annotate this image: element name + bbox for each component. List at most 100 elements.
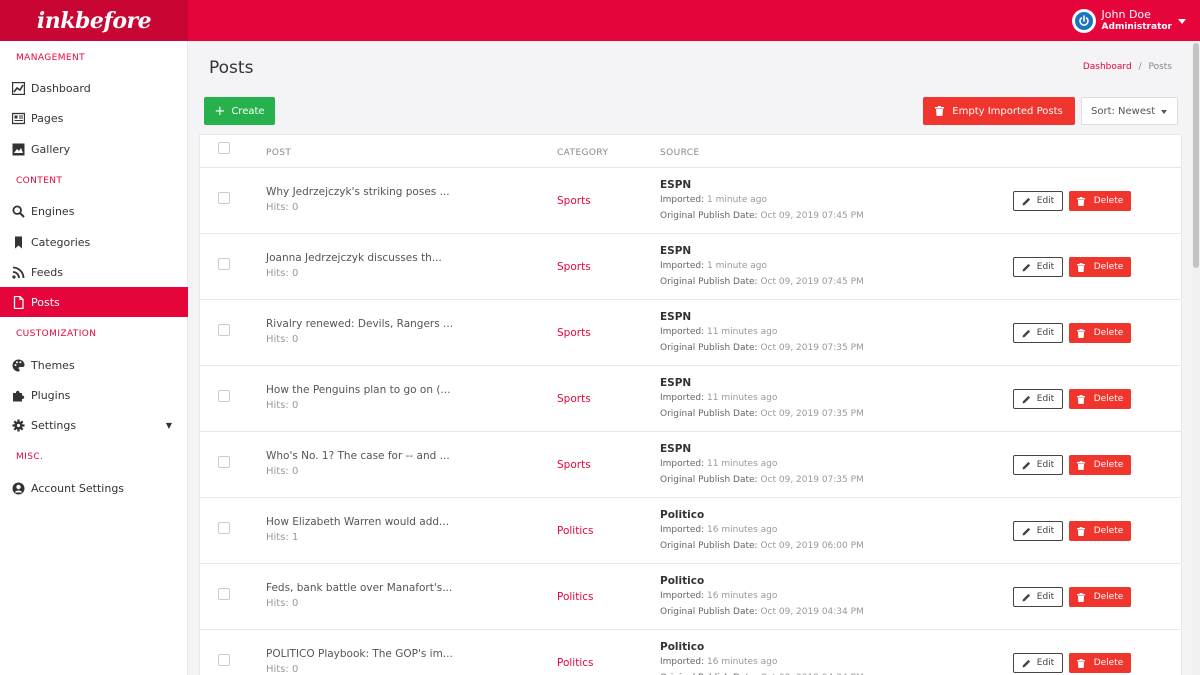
post-title[interactable]: POLITICO Playbook: The GOP's im... [266, 648, 453, 660]
empty-imported-posts-button[interactable]: Empty Imported Posts [923, 97, 1075, 125]
edit-button[interactable]: Edit [1013, 389, 1063, 409]
edit-label: Edit [1036, 658, 1055, 668]
post-title[interactable]: Feds, bank battle over Manafort's... [266, 582, 452, 594]
sidebar-item-engines[interactable]: Engines [0, 196, 188, 226]
pencil-icon [1022, 329, 1030, 337]
row-checkbox[interactable] [218, 588, 230, 600]
sidebar-item-account-settings[interactable]: Account Settings [0, 473, 188, 503]
row-checkbox[interactable] [218, 654, 230, 666]
hits-label: Hits: [266, 532, 289, 543]
imported-time: Imported: 16 minutes ago [660, 591, 777, 601]
breadcrumb-link-dashboard[interactable]: Dashboard [1083, 62, 1132, 72]
brand-logo[interactable]: inkbefore [0, 0, 188, 41]
source-name: ESPN [660, 311, 692, 323]
row-checkbox[interactable] [218, 522, 230, 534]
post-title[interactable]: Why Jedrzejczyk's striking poses ... [266, 186, 450, 198]
create-button[interactable]: + Create [204, 97, 275, 125]
post-category[interactable]: Politics [557, 591, 594, 603]
post-title[interactable]: Rivalry renewed: Devils, Rangers ... [266, 318, 453, 330]
trash-icon [1076, 328, 1085, 338]
imported-label: Imported: [660, 657, 705, 667]
hits-label: Hits: [266, 400, 289, 411]
hits-label: Hits: [266, 268, 289, 279]
delete-button[interactable]: Delete [1069, 323, 1131, 343]
row-checkbox[interactable] [218, 258, 230, 270]
delete-label: Delete [1093, 196, 1124, 206]
post-category[interactable]: Politics [557, 525, 594, 537]
published-value: Oct 09, 2019 04:34 PM [760, 607, 864, 617]
pencil-icon [1022, 461, 1030, 469]
edit-button[interactable]: Edit [1013, 587, 1063, 607]
hits-value: 0 [292, 664, 299, 675]
sidebar-item-plugins[interactable]: Plugins [0, 380, 188, 410]
select-all-checkbox[interactable] [218, 142, 230, 154]
post-category[interactable]: Sports [557, 195, 591, 207]
bookmark-icon [12, 236, 25, 249]
scrollbar[interactable] [1192, 41, 1200, 675]
user-menu[interactable]: John Doe Administrator [1071, 6, 1186, 36]
row-checkbox[interactable] [218, 192, 230, 204]
sidebar-item-dashboard[interactable]: Dashboard [0, 73, 188, 103]
sidebar: MANAGEMENT Dashboard Pages Gallery CONTE… [0, 41, 188, 675]
pencil-icon [1022, 395, 1030, 403]
rss-icon [12, 266, 25, 279]
post-category[interactable]: Sports [557, 261, 591, 273]
hits-label: Hits: [266, 598, 289, 609]
row-checkbox[interactable] [218, 324, 230, 336]
source-name: Politico [660, 641, 705, 653]
post-title[interactable]: How Elizabeth Warren would add... [266, 516, 449, 528]
sidebar-item-settings[interactable]: Settings ▼ [0, 410, 188, 440]
pencil-icon [1022, 263, 1030, 271]
imported-label: Imported: [660, 591, 705, 601]
hits-value: 0 [292, 334, 299, 345]
delete-button[interactable]: Delete [1069, 257, 1131, 277]
edit-button[interactable]: Edit [1013, 455, 1063, 475]
sidebar-item-gallery[interactable]: Gallery [0, 134, 188, 164]
post-title[interactable]: Joanna Jedrzejczyk discusses th... [266, 252, 442, 264]
sidebar-item-label: Posts [31, 295, 60, 309]
delete-button[interactable]: Delete [1069, 653, 1131, 673]
edit-button[interactable]: Edit [1013, 323, 1063, 343]
trash-icon [1076, 592, 1085, 602]
post-category[interactable]: Sports [557, 327, 591, 339]
post-category[interactable]: Sports [557, 459, 591, 471]
sidebar-item-pages[interactable]: Pages [0, 103, 188, 133]
delete-button[interactable]: Delete [1069, 389, 1131, 409]
imported-label: Imported: [660, 525, 705, 535]
post-category[interactable]: Sports [557, 393, 591, 405]
sort-select[interactable]: Sort: Newest [1081, 97, 1178, 125]
table-row: Why Jedrzejczyk's striking poses ... Hits… [200, 168, 1181, 234]
row-checkbox[interactable] [218, 456, 230, 468]
column-source: SOURCE [660, 148, 700, 158]
sidebar-item-categories[interactable]: Categories [0, 227, 188, 257]
column-post: POST [266, 148, 292, 158]
edit-button[interactable]: Edit [1013, 653, 1063, 673]
edit-button[interactable]: Edit [1013, 191, 1063, 211]
publish-date: Original Publish Date: Oct 09, 2019 07:3… [660, 475, 864, 485]
publish-date: Original Publish Date: Oct 09, 2019 07:4… [660, 277, 864, 287]
row-checkbox[interactable] [218, 390, 230, 402]
post-title[interactable]: How the Penguins plan to go on (... [266, 384, 450, 396]
delete-button[interactable]: Delete [1069, 455, 1131, 475]
imported-label: Imported: [660, 393, 705, 403]
post-category[interactable]: Politics [557, 657, 594, 669]
delete-button[interactable]: Delete [1069, 191, 1131, 211]
edit-button[interactable]: Edit [1013, 521, 1063, 541]
imported-value: 11 minutes ago [707, 459, 778, 469]
post-title[interactable]: Who's No. 1? The case for -- and ... [266, 450, 450, 462]
published-value: Oct 09, 2019 06:00 PM [760, 541, 864, 551]
sidebar-item-feeds[interactable]: Feeds [0, 257, 188, 287]
scrollbar-thumb[interactable] [1193, 43, 1199, 268]
sidebar-item-label: Categories [31, 235, 91, 249]
delete-button[interactable]: Delete [1069, 587, 1131, 607]
hits-label: Hits: [266, 334, 289, 345]
sidebar-item-themes[interactable]: Themes [0, 350, 188, 380]
edit-button[interactable]: Edit [1013, 257, 1063, 277]
caret-down-icon: ▼ [165, 420, 172, 430]
published-label: Original Publish Date: [660, 475, 758, 485]
trash-icon [1076, 460, 1085, 470]
post-hits: Hits: 0 [266, 268, 298, 279]
edit-label: Edit [1036, 262, 1055, 272]
delete-button[interactable]: Delete [1069, 521, 1131, 541]
sidebar-item-posts[interactable]: Posts [0, 287, 188, 317]
